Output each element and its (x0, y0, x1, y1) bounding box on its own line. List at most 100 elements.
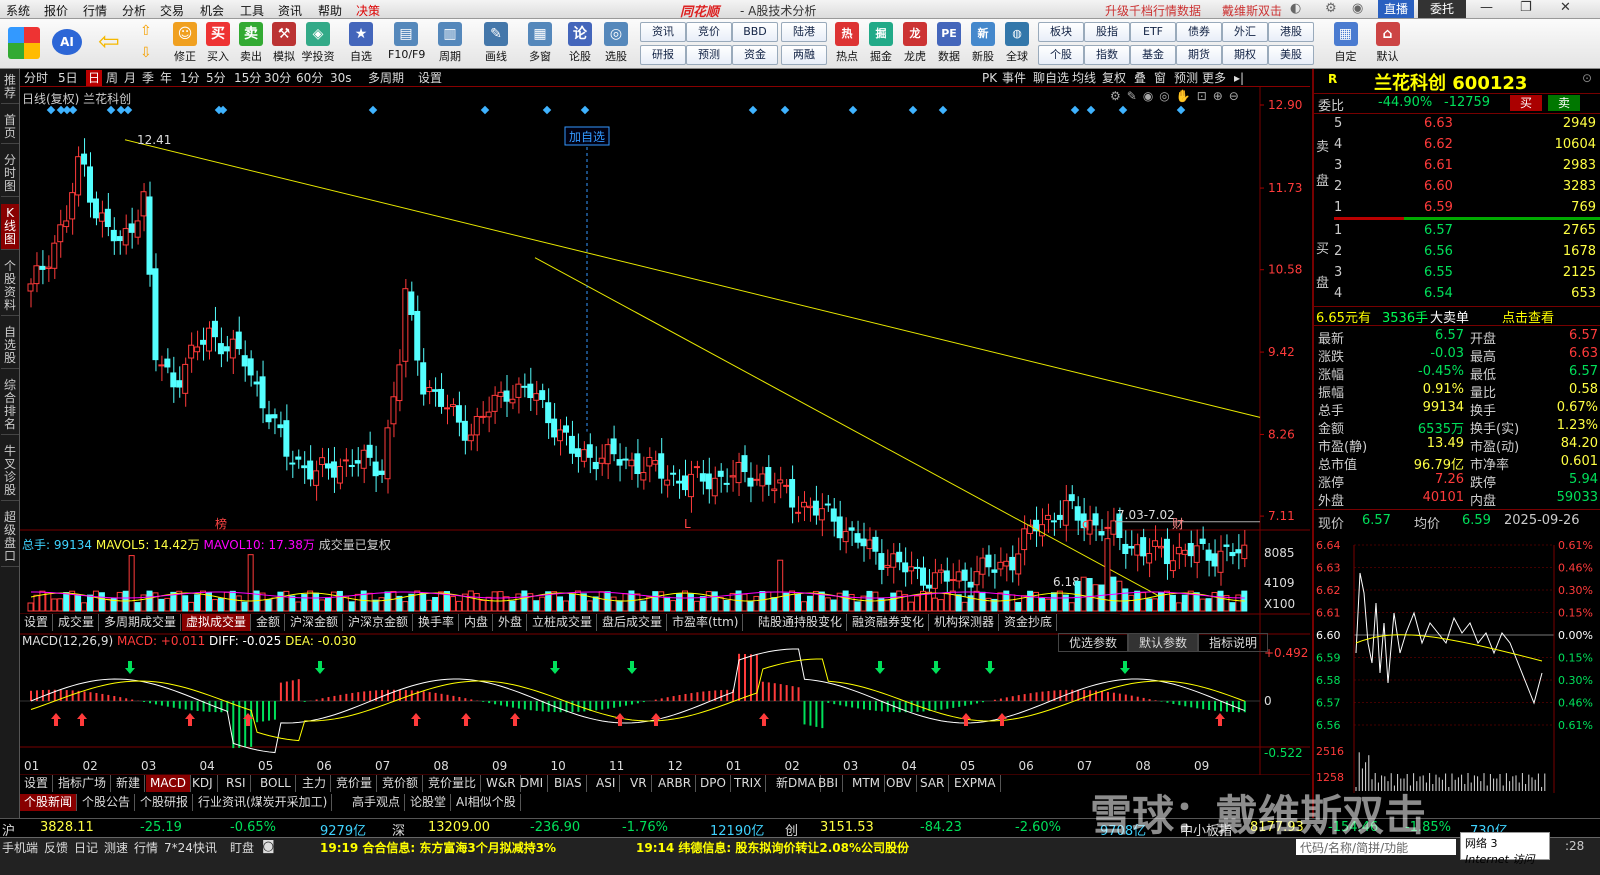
menu-7[interactable]: 资讯 (278, 2, 302, 19)
ask-vol-0[interactable]: 2949 (1530, 116, 1596, 131)
period-2[interactable]: 日 (86, 70, 103, 86)
nav-2[interactable]: 分时图 (1, 151, 19, 197)
btn-r2-3[interactable]: 两融 (781, 45, 827, 65)
ind-tab-7[interactable]: 主力 (298, 775, 332, 792)
tool-mid-0[interactable]: 热热点 (830, 21, 864, 67)
ind-tab-5[interactable]: RSI (222, 775, 251, 792)
vol-tab-9[interactable]: 外盘 (494, 614, 528, 631)
chart-tools-icon[interactable]: ⚙✎◉◎✋⊡⊕⊖ (1110, 89, 1245, 103)
status-item-2[interactable]: 日记 (74, 839, 98, 856)
vol-tab-10[interactable]: 立桩成交量 (528, 614, 598, 631)
intraday-chart[interactable]: 6.64 0.61% 6.63 0.46% 6.62 0.30% 6.61 0.15% 6.60… (1314, 533, 1600, 793)
period-right-8[interactable]: 更多 (1200, 70, 1228, 86)
bid-vol-1[interactable]: 1678 (1530, 244, 1596, 259)
ind-tab-23[interactable]: SAR (916, 775, 950, 792)
kline-chart[interactable]: 12.9011.7310.589.428.267.11加自选12.416.187… (20, 87, 1310, 777)
bell-icon[interactable]: ◐ (1290, 1, 1301, 16)
vol-tab-3[interactable]: 虚拟成交量 (182, 614, 252, 631)
btn-r1b-2[interactable]: ETF (1130, 22, 1176, 42)
btn-r2b-2[interactable]: 基金 (1130, 45, 1176, 65)
period-right-7[interactable]: 预测 (1172, 70, 1200, 86)
menu-5[interactable]: 机会 (200, 2, 224, 19)
tool-mid-2[interactable]: 龙龙虎 (898, 21, 932, 67)
vol-tab-4[interactable]: 金额 (252, 614, 286, 631)
ind-tab-17[interactable]: DPO (696, 775, 731, 792)
nav-3[interactable]: K线图 (1, 204, 19, 250)
menu-8[interactable]: 帮助 (318, 2, 342, 19)
ind-tab-11[interactable]: W&R (482, 775, 521, 792)
tool-11[interactable]: ◎ 选股 (598, 21, 634, 67)
big-order-bar[interactable]: 6.65元有 3536手 大卖单 点击查看 (1316, 307, 1600, 326)
btn-r1b-3[interactable]: 债券 (1176, 22, 1222, 42)
ind-tab-1[interactable]: 指标广场 (54, 775, 112, 792)
nav-0[interactable]: 推荐 (1, 71, 19, 104)
period-14[interactable]: 设置 (416, 70, 444, 86)
menu-1[interactable]: 报价 (44, 2, 68, 19)
btn-r2b-1[interactable]: 指数 (1084, 45, 1130, 65)
more-icon[interactable]: ⊙ (1582, 71, 1592, 85)
custom-tool[interactable]: ▦ 自定 (1330, 21, 1361, 67)
period-8[interactable]: 5分 (204, 70, 228, 86)
maximize-button[interactable]: ❐ (1520, 0, 1532, 15)
tool-mid-3[interactable]: PE 数据 (932, 21, 966, 67)
ind-tab-20[interactable]: BBI (814, 775, 844, 792)
news-ticker-2[interactable]: 19:14 纬德信息: 股东拟询价转让2.08%公司股份 (636, 839, 909, 856)
vol-tab-6[interactable]: 沪深京金额 (344, 614, 414, 631)
btn-r2-0[interactable]: 研报 (640, 45, 686, 65)
period-right-1[interactable]: 事件 (1000, 70, 1028, 86)
btn-r2-2[interactable]: 资金 (732, 45, 778, 65)
ind-tab-18[interactable]: TRIX (730, 775, 767, 792)
period-1[interactable]: 5日 (56, 70, 80, 86)
vol-tab-8[interactable]: 内盘 (460, 614, 494, 631)
btn-r1-0[interactable]: 资讯 (640, 22, 686, 42)
nav-5[interactable]: 自选股 (1, 323, 19, 369)
ind-tab-13[interactable]: BIAS (550, 775, 587, 792)
vol-tab-14[interactable]: 融资融券变化 (848, 614, 930, 631)
nav-8[interactable]: 超级盘口 (1, 508, 19, 567)
bid-vol-0[interactable]: 2765 (1530, 223, 1596, 238)
tool-10[interactable]: 论论股 (562, 21, 598, 67)
nav-1[interactable]: 首页 (1, 111, 19, 144)
minimize-button[interactable]: — (1480, 0, 1493, 15)
tool-mid-5[interactable]: ◍ 全球 (1000, 21, 1034, 67)
news-tab-3[interactable]: 行业资讯(煤炭开采加工) (194, 794, 333, 811)
btn-r1-3[interactable]: 陆港 (781, 22, 827, 42)
vol-tab-11[interactable]: 盘后成交量 (598, 614, 668, 631)
tool-0[interactable]: ☺ 修正 (167, 21, 203, 67)
period-right-2[interactable]: 聊自选 (1031, 70, 1071, 86)
menu-4[interactable]: 交易 (160, 2, 184, 19)
period-13[interactable]: 多周期 (366, 70, 406, 86)
vol-tab-12[interactable]: 市盈率(ttm) (668, 614, 744, 631)
tool-1[interactable]: 买买入 (200, 21, 236, 67)
period-more-arrow-icon[interactable]: ▸| (1232, 70, 1246, 86)
entrust-button[interactable]: 委托 (1418, 0, 1466, 18)
btn-r1-1[interactable]: 竞价 (686, 22, 732, 42)
status-item-4[interactable]: 行情 (134, 839, 158, 856)
btn-r2b-3[interactable]: 期货 (1176, 45, 1222, 65)
ind-tab-2[interactable]: 新建 (112, 775, 146, 792)
upgrade-link[interactable]: 升级千档行情数据 (1105, 2, 1201, 19)
status-item-0[interactable]: 手机端 (2, 839, 38, 856)
menu-3[interactable]: 分析 (122, 2, 146, 19)
tool-3[interactable]: ⚒ 模拟 (266, 21, 302, 67)
btn-r2b-0[interactable]: 个股 (1038, 45, 1084, 65)
btn-r1b-1[interactable]: 股指 (1084, 22, 1130, 42)
back-arrow-icon[interactable]: ⇦ (98, 29, 120, 55)
up-arrow-icon[interactable]: ⇧ (140, 23, 152, 39)
period-7[interactable]: 1分 (178, 70, 202, 86)
tool-7[interactable]: ▥ 周期 (432, 21, 468, 67)
ask-vol-2[interactable]: 2983 (1530, 158, 1596, 173)
ind-tab-0[interactable]: 设置 (20, 775, 54, 792)
period-3[interactable]: 周 (104, 70, 120, 86)
news-tab-1[interactable]: 个股公告 (78, 794, 136, 811)
vol-tab-7[interactable]: 换手率 (414, 614, 460, 631)
menu-6[interactable]: 工具 (240, 2, 264, 19)
vol-tab-0[interactable]: 设置 (20, 614, 54, 631)
btn-r2b-5[interactable]: 美股 (1268, 45, 1314, 65)
ind-tab-8[interactable]: 竞价量 (332, 775, 378, 792)
news-tab-0[interactable]: 个股新闻 (20, 794, 78, 811)
default-tool[interactable]: ⌂ 默认 (1372, 21, 1403, 67)
user-name[interactable]: 戴维斯双击 (1222, 2, 1282, 19)
period-right-5[interactable]: 叠 (1132, 70, 1148, 86)
nav-4[interactable]: 个股资料 (1, 257, 19, 316)
